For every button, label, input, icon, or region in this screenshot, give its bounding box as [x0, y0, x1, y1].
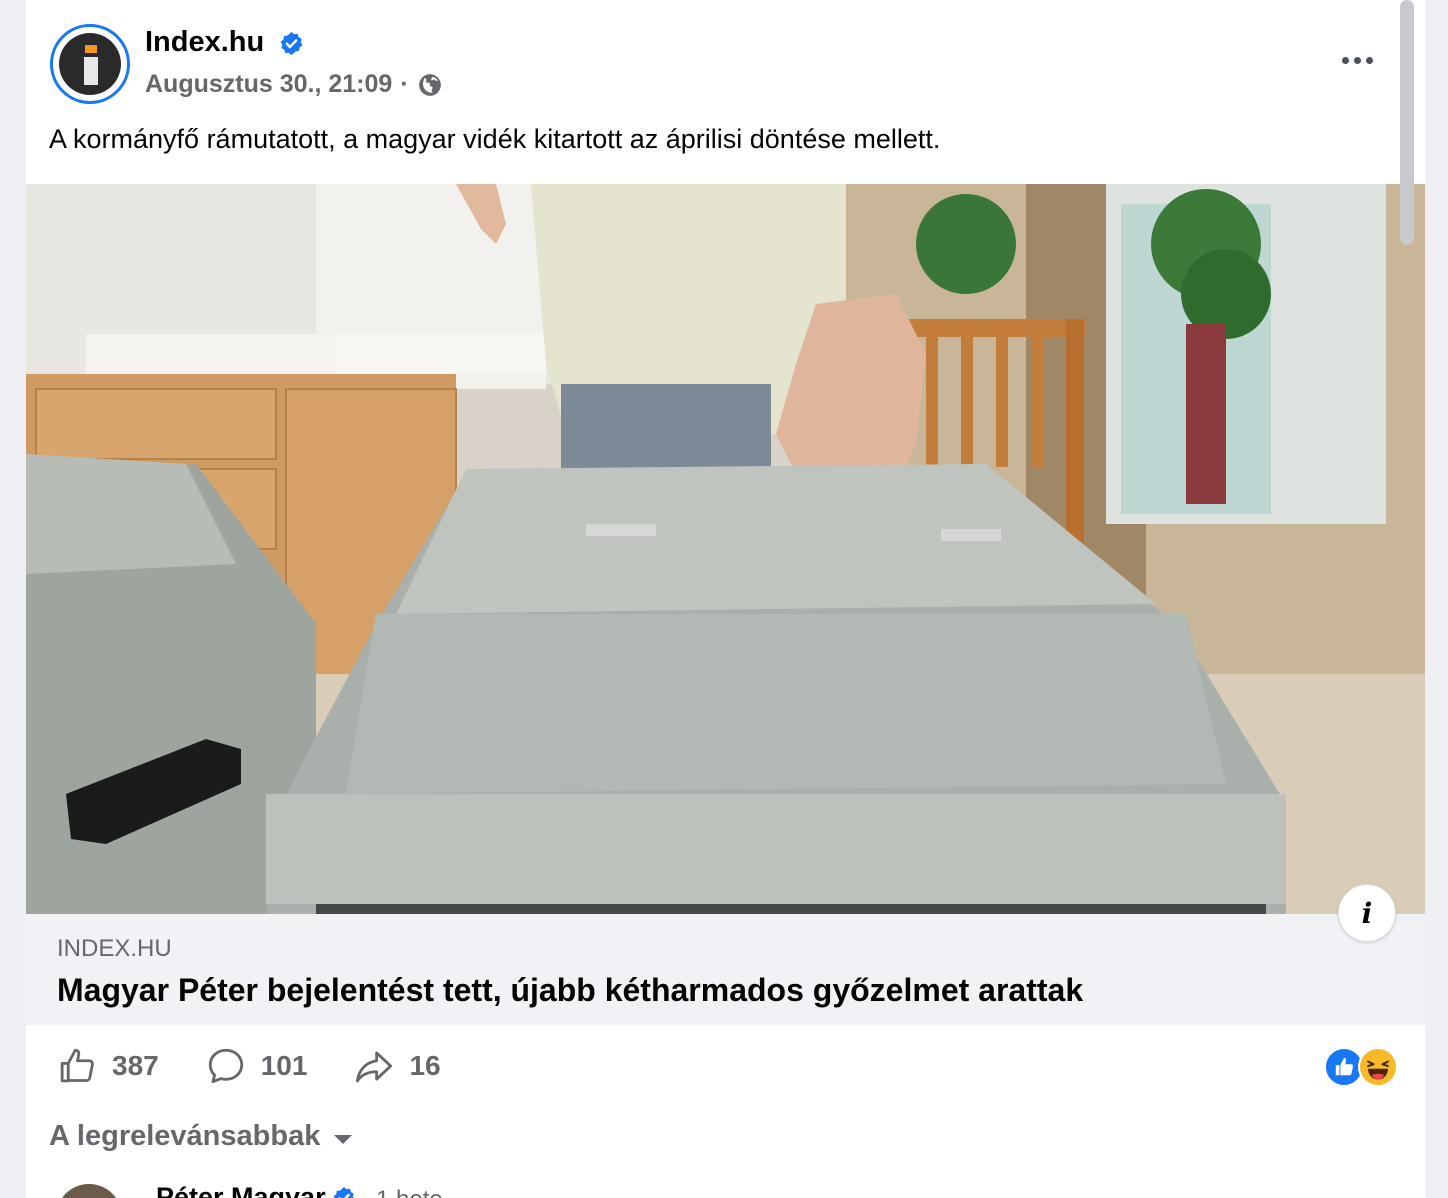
caret-down-icon — [334, 1135, 353, 1144]
share-count: 16 — [409, 1050, 441, 1081]
dot — [1353, 56, 1361, 64]
index-logo — [59, 33, 121, 95]
reaction-summary[interactable] — [1324, 1047, 1400, 1087]
verified-badge-icon — [333, 1187, 354, 1198]
scrollbar-thumb[interactable] — [1400, 0, 1414, 245]
more-options-icon[interactable] — [1332, 46, 1382, 74]
link-preview[interactable]: INDEX.HU Magyar Péter bejelentést tett, … — [26, 914, 1425, 1025]
link-title[interactable]: Magyar Péter bejelentést tett, újabb két… — [57, 972, 1083, 1009]
page-avatar[interactable] — [50, 24, 130, 104]
post-text: A kormányfő rámutatott, a magyar vidék k… — [49, 124, 941, 154]
like-count: 387 — [112, 1050, 159, 1081]
post-meta: Augusztus 30., 21:09 · — [145, 70, 443, 99]
page-name[interactable]: Index.hu — [145, 26, 264, 59]
verified-badge-icon — [280, 32, 303, 55]
dot — [1365, 56, 1373, 64]
comment-author-avatar[interactable] — [56, 1184, 122, 1198]
comment-sort-dropdown[interactable]: A legrelevánsabbak — [49, 1120, 353, 1153]
logo-stem — [84, 57, 98, 85]
globe-icon — [418, 73, 441, 96]
link-domain: INDEX.HU — [57, 935, 172, 962]
like-button[interactable]: 387 — [56, 1045, 159, 1087]
haha-reaction-icon — [1358, 1047, 1398, 1087]
post-timestamp[interactable]: Augusztus 30., 21:09 — [145, 70, 392, 99]
info-icon[interactable]: i — [1338, 884, 1396, 942]
logo-dot — [85, 45, 97, 53]
comment-button[interactable]: 101 — [205, 1045, 308, 1087]
comment-author-name[interactable]: Péter Magyar — [156, 1182, 326, 1198]
action-bar: 387 101 16 — [56, 1045, 487, 1087]
like-icon — [60, 1048, 94, 1083]
meta-separator: · — [400, 70, 409, 98]
sort-label: A legrelevánsabbak — [49, 1120, 321, 1152]
dot — [1341, 56, 1349, 64]
post-image[interactable] — [26, 184, 1425, 914]
comment-timestamp[interactable]: 1 hete — [376, 1186, 443, 1198]
share-icon — [356, 1051, 393, 1083]
thumbs-up-glyph — [1335, 1057, 1354, 1076]
post-card: Index.hu Augusztus 30., 21:09 · A kormán… — [26, 0, 1425, 1198]
comment-count: 101 — [260, 1050, 308, 1081]
comment-icon — [208, 1048, 243, 1084]
share-button[interactable]: 16 — [353, 1045, 441, 1087]
